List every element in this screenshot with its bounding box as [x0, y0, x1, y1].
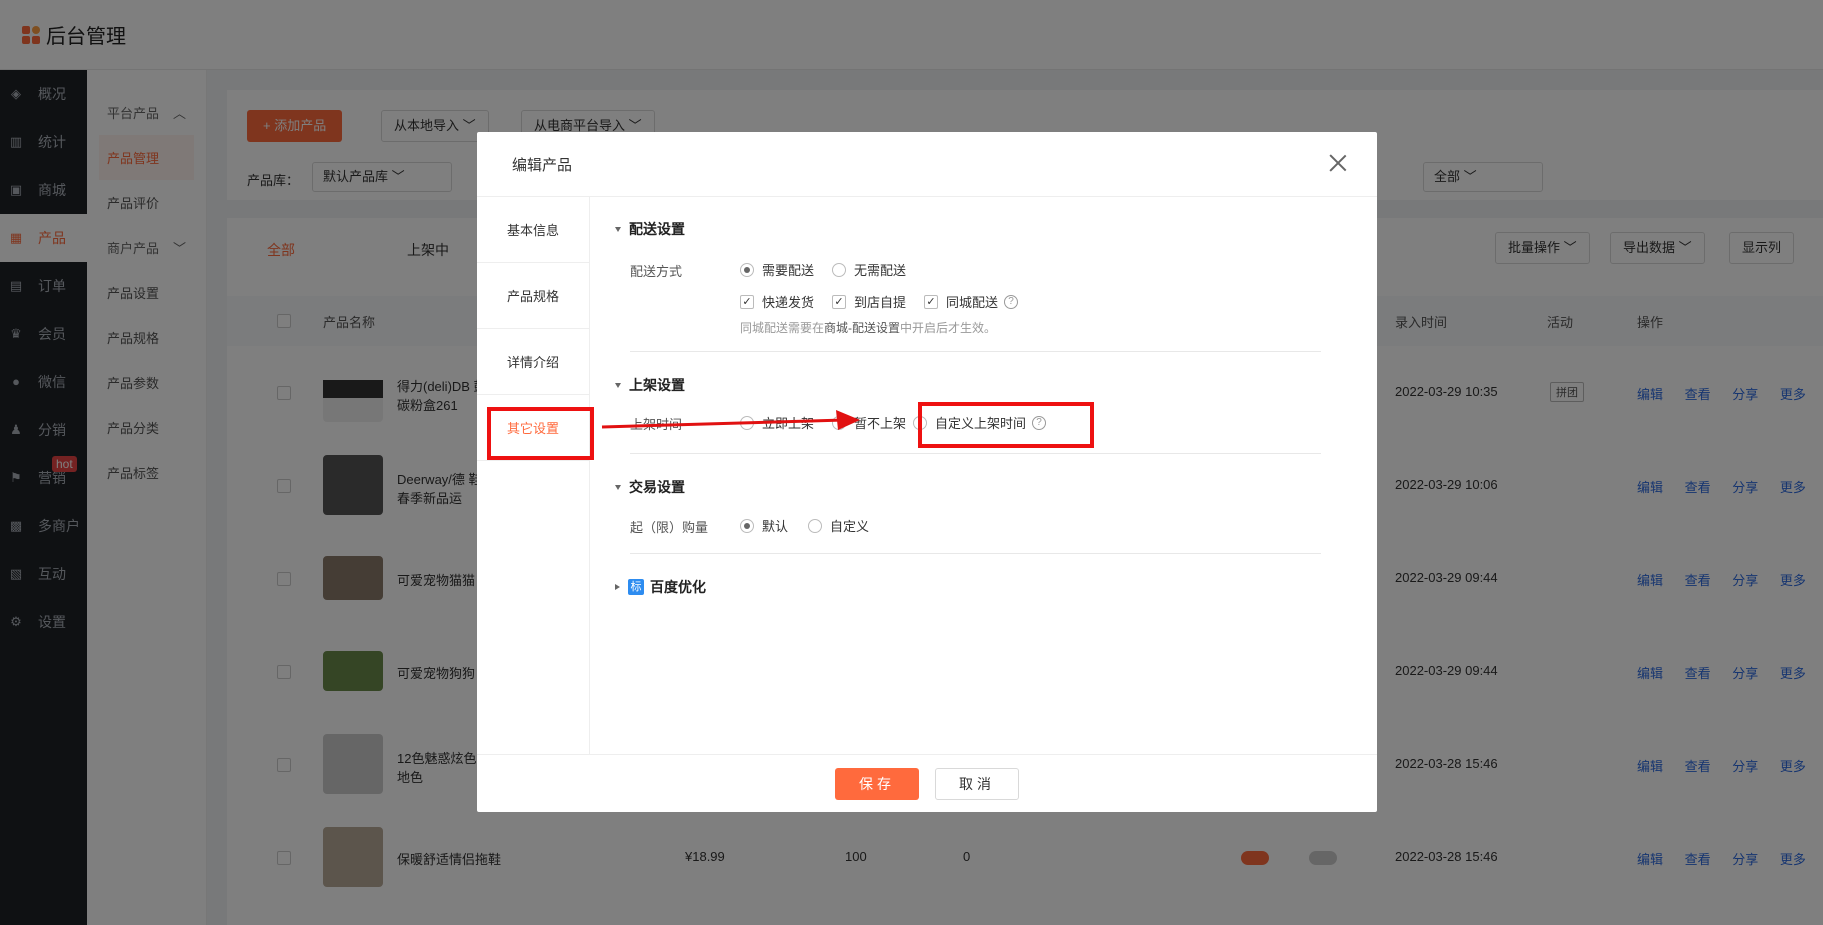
edit-product-modal: 编辑产品 基本信息 产品规格 详情介绍 其它设置 配送设置 配送方式 需要配送 …: [477, 132, 1377, 812]
modal-body: 配送设置 配送方式 需要配送 无需配送 ✓ 快递发货 ✓ 到店自提 ✓ 同城配送? 同…: [590, 197, 1377, 754]
divider: [630, 351, 1321, 352]
check-icon: ✓: [924, 294, 938, 309]
section-delivery[interactable]: 配送设置: [615, 219, 685, 239]
radio-icon: [740, 415, 754, 430]
section-trade[interactable]: 交易设置: [615, 477, 685, 497]
modal-tab-basic[interactable]: 基本信息: [477, 197, 589, 263]
radio-checked-icon: [740, 262, 754, 277]
modal-tab-specs[interactable]: 产品规格: [477, 263, 589, 329]
delivery-method-label: 配送方式: [630, 264, 683, 279]
divider: [630, 453, 1321, 454]
checkbox-pickup[interactable]: ✓ 到店自提: [832, 292, 906, 311]
purchase-qty-label: 起（限）购量: [630, 520, 709, 535]
cancel-button[interactable]: 取消: [935, 768, 1019, 800]
shelf-time-label: 上架时间: [630, 417, 683, 432]
radio-icon: [808, 518, 822, 533]
triangle-down-icon: [615, 226, 621, 232]
save-button[interactable]: 保存: [835, 768, 919, 800]
check-icon: ✓: [832, 294, 846, 309]
checkbox-local[interactable]: ✓ 同城配送?: [924, 292, 1019, 311]
annotation-box-custom-time: [918, 402, 1094, 448]
triangle-down-icon: [615, 484, 621, 490]
modal-header: 编辑产品: [477, 132, 1377, 197]
help-icon[interactable]: ?: [1004, 294, 1019, 309]
radio-need-delivery[interactable]: 需要配送: [740, 260, 814, 279]
triangle-down-icon: [615, 382, 621, 388]
modal-nav: 基本信息 产品规格 详情介绍 其它设置: [477, 197, 590, 754]
divider: [630, 553, 1321, 554]
checkbox-express[interactable]: ✓ 快递发货: [740, 292, 814, 311]
radio-qty-default[interactable]: 默认: [740, 516, 788, 535]
delivery-hint: 同城配送需要在商城-配送设置中开启后才生效。: [740, 321, 997, 335]
modal-title: 编辑产品: [512, 156, 573, 174]
radio-icon: [832, 415, 846, 430]
annotation-box-other-settings: [487, 407, 594, 460]
section-shelf[interactable]: 上架设置: [615, 375, 685, 395]
baidu-tag-icon: 标: [628, 579, 644, 595]
radio-icon: [832, 262, 846, 277]
triangle-right-icon: [615, 584, 620, 590]
radio-qty-custom[interactable]: 自定义: [808, 516, 869, 535]
modal-footer: 保存 取消: [477, 754, 1377, 812]
radio-shelf-now[interactable]: 立即上架: [740, 413, 814, 432]
radio-no-delivery[interactable]: 无需配送: [832, 260, 906, 279]
radio-shelf-not[interactable]: 暂不上架: [832, 413, 906, 432]
check-icon: ✓: [740, 294, 754, 309]
radio-checked-icon: [740, 518, 754, 533]
close-icon[interactable]: [1329, 154, 1347, 172]
delivery-settings-link[interactable]: 商城-配送设置: [824, 321, 900, 335]
section-baidu[interactable]: 标百度优化: [615, 577, 706, 597]
modal-tab-detail[interactable]: 详情介绍: [477, 329, 589, 395]
